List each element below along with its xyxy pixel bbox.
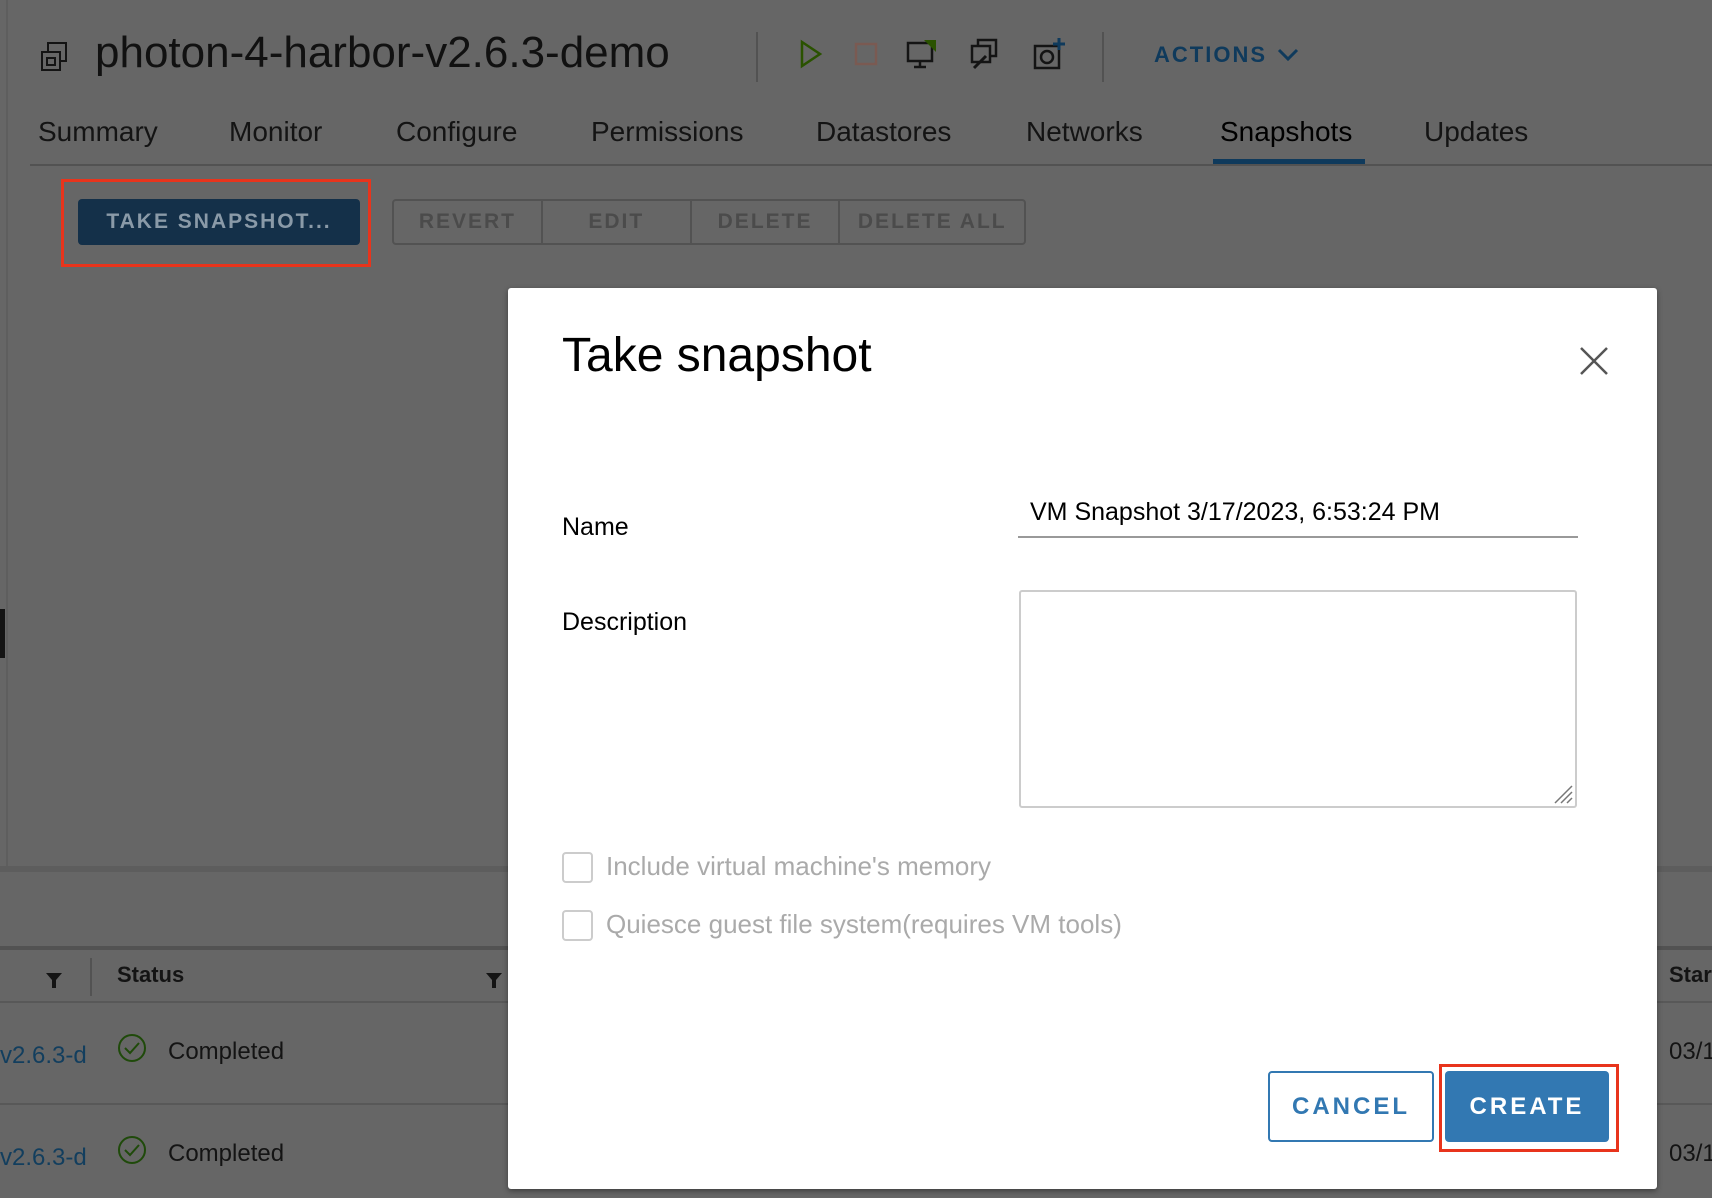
delete-button[interactable]: DELETE: [692, 201, 841, 243]
tab-summary[interactable]: Summary: [38, 116, 158, 148]
column-header-start-time[interactable]: Star: [1669, 962, 1712, 988]
close-icon[interactable]: [1578, 345, 1610, 377]
vm-icon: [41, 42, 67, 71]
filter-icon[interactable]: [484, 970, 504, 990]
migrate-icon[interactable]: [966, 36, 1002, 72]
description-textarea[interactable]: [1019, 590, 1577, 808]
actions-menu[interactable]: ACTIONS: [1154, 42, 1299, 68]
active-tab-indicator: [1213, 159, 1365, 164]
cancel-button[interactable]: CANCEL: [1268, 1071, 1434, 1142]
chevron-down-icon: [1277, 48, 1299, 62]
name-input[interactable]: VM Snapshot 3/17/2023, 6:53:24 PM: [1018, 494, 1578, 538]
quiesce-label: Quiesce guest file system(requires VM to…: [606, 909, 1122, 939]
create-button[interactable]: CREATE: [1445, 1071, 1609, 1142]
task-start-time: 03/1: [1669, 1038, 1712, 1065]
tab-updates[interactable]: Updates: [1424, 116, 1528, 148]
take-snapshot-button[interactable]: TAKE SNAPSHOT...: [78, 199, 360, 245]
actions-label: ACTIONS: [1154, 42, 1267, 67]
sidebar-marker: [0, 609, 5, 658]
take-snapshot-dialog: Take snapshot Name VM Snapshot 3/17/2023…: [508, 288, 1657, 1189]
delete-all-button[interactable]: DELETE ALL: [840, 201, 1024, 243]
vm-title: photon-4-harbor-v2.6.3-demo: [95, 28, 670, 77]
revert-button[interactable]: REVERT: [394, 201, 543, 243]
resize-handle-icon[interactable]: [1551, 782, 1573, 804]
success-check-icon: [118, 1136, 146, 1164]
success-check-icon: [118, 1034, 146, 1062]
dialog-title: Take snapshot: [562, 329, 872, 382]
tab-configure[interactable]: Configure: [396, 116, 517, 148]
include-memory-checkbox[interactable]: [562, 852, 593, 883]
launch-console-icon[interactable]: [904, 36, 940, 72]
sidebar-edge: [6, 0, 8, 868]
tab-monitor[interactable]: Monitor: [229, 116, 322, 148]
include-memory-label: Include virtual machine's memory: [606, 851, 991, 881]
column-divider: [90, 958, 92, 996]
task-status: Completed: [168, 1140, 285, 1167]
header-divider: [1102, 32, 1104, 82]
tab-divider: [30, 164, 1712, 166]
power-on-icon[interactable]: [792, 36, 828, 72]
name-label: Name: [562, 513, 629, 541]
task-status: Completed: [168, 1038, 285, 1065]
tab-datastores[interactable]: Datastores: [816, 116, 951, 148]
header-divider: [756, 32, 758, 82]
task-start-time: 03/1: [1669, 1140, 1712, 1167]
quiesce-checkbox[interactable]: [562, 910, 593, 941]
edit-button[interactable]: EDIT: [543, 201, 692, 243]
task-target-link[interactable]: v2.6.3-d: [0, 1144, 87, 1172]
task-target-link[interactable]: v2.6.3-d: [0, 1042, 87, 1070]
power-off-icon[interactable]: [848, 36, 884, 72]
column-header-status[interactable]: Status: [117, 962, 184, 988]
tab-snapshots[interactable]: Snapshots: [1220, 116, 1352, 148]
tab-permissions[interactable]: Permissions: [591, 116, 743, 148]
filter-icon[interactable]: [44, 970, 64, 990]
description-label: Description: [562, 608, 688, 636]
snapshot-actions-group: REVERT EDIT DELETE DELETE ALL: [392, 199, 1026, 245]
name-input-value: VM Snapshot 3/17/2023, 6:53:24 PM: [1030, 498, 1440, 526]
tab-networks[interactable]: Networks: [1026, 116, 1143, 148]
snapshot-icon[interactable]: [1031, 36, 1067, 72]
